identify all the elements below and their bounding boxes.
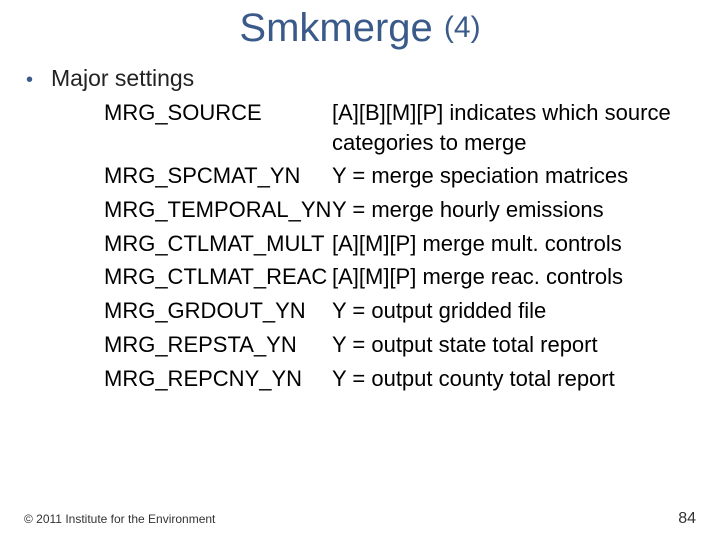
setting-name: MRG_SOURCE bbox=[104, 98, 332, 128]
setting-desc: [A][M][P] merge reac. controls bbox=[332, 262, 700, 292]
setting-name: MRG_REPCNY_YN bbox=[104, 364, 332, 394]
copyright-text: © 2011 Institute for the Environment bbox=[24, 512, 215, 526]
setting-name: MRG_GRDOUT_YN bbox=[104, 296, 332, 326]
setting-row: MRG_REPSTA_YN Y = output state total rep… bbox=[104, 330, 700, 360]
slide-title: Smkmerge (4) bbox=[0, 0, 720, 51]
settings-list: MRG_SOURCE [A][B][M][P] indicates which … bbox=[104, 98, 700, 393]
setting-desc: Y = output gridded file bbox=[332, 296, 700, 326]
setting-row: MRG_GRDOUT_YN Y = output gridded file bbox=[104, 296, 700, 326]
setting-name: MRG_REPSTA_YN bbox=[104, 330, 332, 360]
content-area: • Major settings MRG_SOURCE [A][B][M][P]… bbox=[0, 51, 720, 393]
setting-row: MRG_TEMPORAL_YN Y = merge hourly emissio… bbox=[104, 195, 700, 225]
title-main: Smkmerge bbox=[239, 6, 444, 50]
setting-desc: [A][M][P] merge mult. controls bbox=[332, 229, 700, 259]
bullet-item: • Major settings bbox=[26, 65, 700, 92]
setting-row: MRG_SPCMAT_YN Y = merge speciation matri… bbox=[104, 161, 700, 191]
setting-name: MRG_CTLMAT_REAC bbox=[104, 262, 332, 292]
setting-name: MRG_CTLMAT_MULT bbox=[104, 229, 332, 259]
setting-desc: [A][B][M][P] indicates which source cate… bbox=[332, 98, 700, 157]
title-number: (4) bbox=[444, 11, 481, 44]
page-number: 84 bbox=[678, 510, 696, 528]
setting-desc: Y = merge hourly emissions bbox=[332, 195, 700, 225]
setting-row: MRG_CTLMAT_REAC [A][M][P] merge reac. co… bbox=[104, 262, 700, 292]
bullet-label: Major settings bbox=[51, 65, 194, 92]
setting-name: MRG_TEMPORAL_YN bbox=[104, 195, 332, 225]
bullet-icon: • bbox=[26, 70, 33, 90]
footer: © 2011 Institute for the Environment 84 bbox=[24, 510, 696, 528]
setting-name: MRG_SPCMAT_YN bbox=[104, 161, 332, 191]
setting-desc: Y = output state total report bbox=[332, 330, 700, 360]
setting-desc: Y = output county total report bbox=[332, 364, 700, 394]
setting-desc: Y = merge speciation matrices bbox=[332, 161, 700, 191]
slide: Smkmerge (4) • Major settings MRG_SOURCE… bbox=[0, 0, 720, 540]
setting-row: MRG_REPCNY_YN Y = output county total re… bbox=[104, 364, 700, 394]
setting-row: MRG_CTLMAT_MULT [A][M][P] merge mult. co… bbox=[104, 229, 700, 259]
setting-row: MRG_SOURCE [A][B][M][P] indicates which … bbox=[104, 98, 700, 157]
